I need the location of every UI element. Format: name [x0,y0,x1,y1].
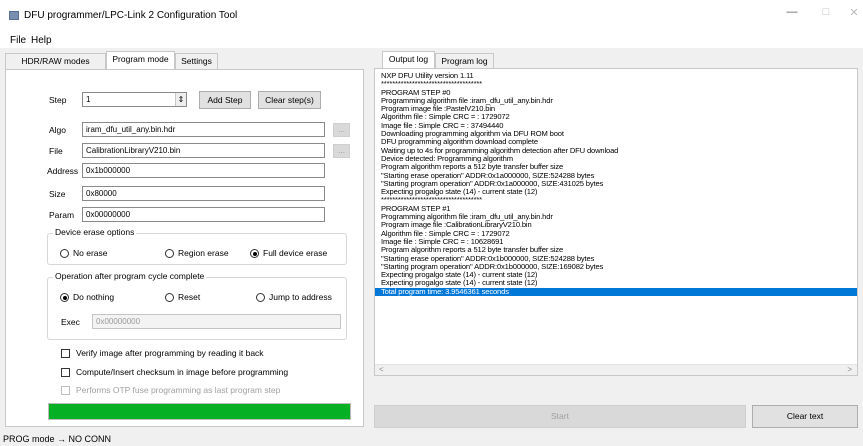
radio-do-nothing[interactable]: Do nothing [60,292,114,302]
compute-checksum-label: Compute/Insert checksum in image before … [76,367,289,377]
status-bar: PROG mode → NO CONN [0,432,863,446]
param-label: Param [49,210,75,220]
radio-no-erase-circle[interactable] [60,249,69,258]
step-input[interactable]: 1 ⇕ [82,92,187,107]
horizontal-scrollbar[interactable]: < > [375,364,857,375]
radio-jump-to-address[interactable]: Jump to address [256,292,332,302]
radio-reset[interactable]: Reset [165,292,200,302]
tab-settings[interactable]: Settings [175,53,218,69]
algo-input[interactable]: iram_dfu_util_any.bin.hdr [82,122,325,137]
address-label: Address [47,166,79,176]
clear-text-button[interactable]: Clear text [752,405,858,428]
menu-file[interactable]: File [10,35,26,46]
maximize-icon[interactable]: □ [812,6,840,24]
radio-full-device-erase-label: Full device erase [263,248,328,258]
radio-no-erase-label: No erase [73,248,108,258]
exec-label: Exec [61,317,80,327]
otp-fuse-box[interactable] [61,386,70,395]
radio-no-erase[interactable]: No erase [60,248,108,258]
compute-checksum-box[interactable] [61,368,70,377]
verify-image-box[interactable] [61,349,70,358]
radio-jump-to-address-label: Jump to address [269,292,332,302]
minimize-icon[interactable]: — [778,6,806,24]
radio-full-device-erase[interactable]: Full device erase [250,248,327,258]
step-value: 1 [86,95,91,104]
verify-image-checkbox[interactable]: Verify image after programming by readin… [61,348,264,358]
radio-jump-to-address-circle[interactable] [256,293,265,302]
add-step-button[interactable]: Add Step [199,91,251,109]
tab-hdr-raw-modes[interactable]: HDR/RAW modes [5,53,106,69]
log-lines: NXP DFU Utility version 1.11 ************… [375,69,857,297]
after-cycle-title: Operation after program cycle complete [53,271,207,281]
size-input[interactable]: 0x80000 [82,186,325,201]
radio-region-erase[interactable]: Region erase [165,248,229,258]
otp-fuse-label: Performs OTP fuse programming as last pr… [76,385,281,395]
radio-region-erase-circle[interactable] [165,249,174,258]
param-input[interactable]: 0x00000000 [82,207,325,222]
file-label: File [49,146,63,156]
spinner-icon[interactable]: ⇕ [175,93,186,106]
radio-reset-label: Reset [178,292,201,302]
tab-program-mode[interactable]: Program mode [106,51,175,69]
radio-do-nothing-circle[interactable] [60,293,69,302]
algo-browse-button[interactable]: ... [333,123,350,137]
menu-bar: File Help [0,30,863,48]
log-line: Total program time: 3.9546361 seconds [375,287,857,297]
verify-image-label: Verify image after programming by readin… [76,348,264,358]
close-icon[interactable]: ✕ [840,6,863,24]
erase-options-group: Device erase options No erase Region era… [47,227,347,265]
scroll-right-icon[interactable]: > [847,365,852,374]
app-icon [9,11,19,20]
radio-region-erase-label: Region erase [178,248,229,258]
radio-reset-circle[interactable] [165,293,174,302]
progress-bar [48,403,351,420]
tab-program-log[interactable]: Program log [435,53,494,69]
scroll-left-icon[interactable]: < [379,365,384,374]
tab-output-log[interactable]: Output log [382,51,435,69]
menu-help[interactable]: Help [31,35,52,46]
size-label: Size [49,189,66,199]
file-browse-button[interactable]: ... [333,144,350,158]
algo-label: Algo [49,125,67,135]
erase-options-title: Device erase options [53,227,137,237]
program-mode-panel: Step 1 ⇕ Add Step Clear step(s) Algo ira… [5,69,364,427]
after-cycle-group: Operation after program cycle complete D… [47,271,347,340]
radio-do-nothing-label: Do nothing [73,292,115,302]
exec-input[interactable]: 0x00000000 [92,314,341,329]
otp-fuse-checkbox[interactable]: Performs OTP fuse programming as last pr… [61,385,280,395]
compute-checksum-checkbox[interactable]: Compute/Insert checksum in image before … [61,367,288,377]
output-log[interactable]: NXP DFU Utility version 1.11 ************… [374,68,858,376]
address-input[interactable]: 0x1b000000 [82,163,325,178]
progress-fill [49,404,350,419]
radio-full-device-erase-circle[interactable] [250,249,259,258]
start-button[interactable]: Start [374,405,746,428]
step-label: Step [49,95,67,105]
title-bar: DFU programmer/LPC-Link 2 Configuration … [0,0,863,30]
window-title: DFU programmer/LPC-Link 2 Configuration … [24,10,238,21]
clear-steps-button[interactable]: Clear step(s) [258,91,321,109]
file-input[interactable]: CalibrationLibraryV210.bin [82,143,325,158]
